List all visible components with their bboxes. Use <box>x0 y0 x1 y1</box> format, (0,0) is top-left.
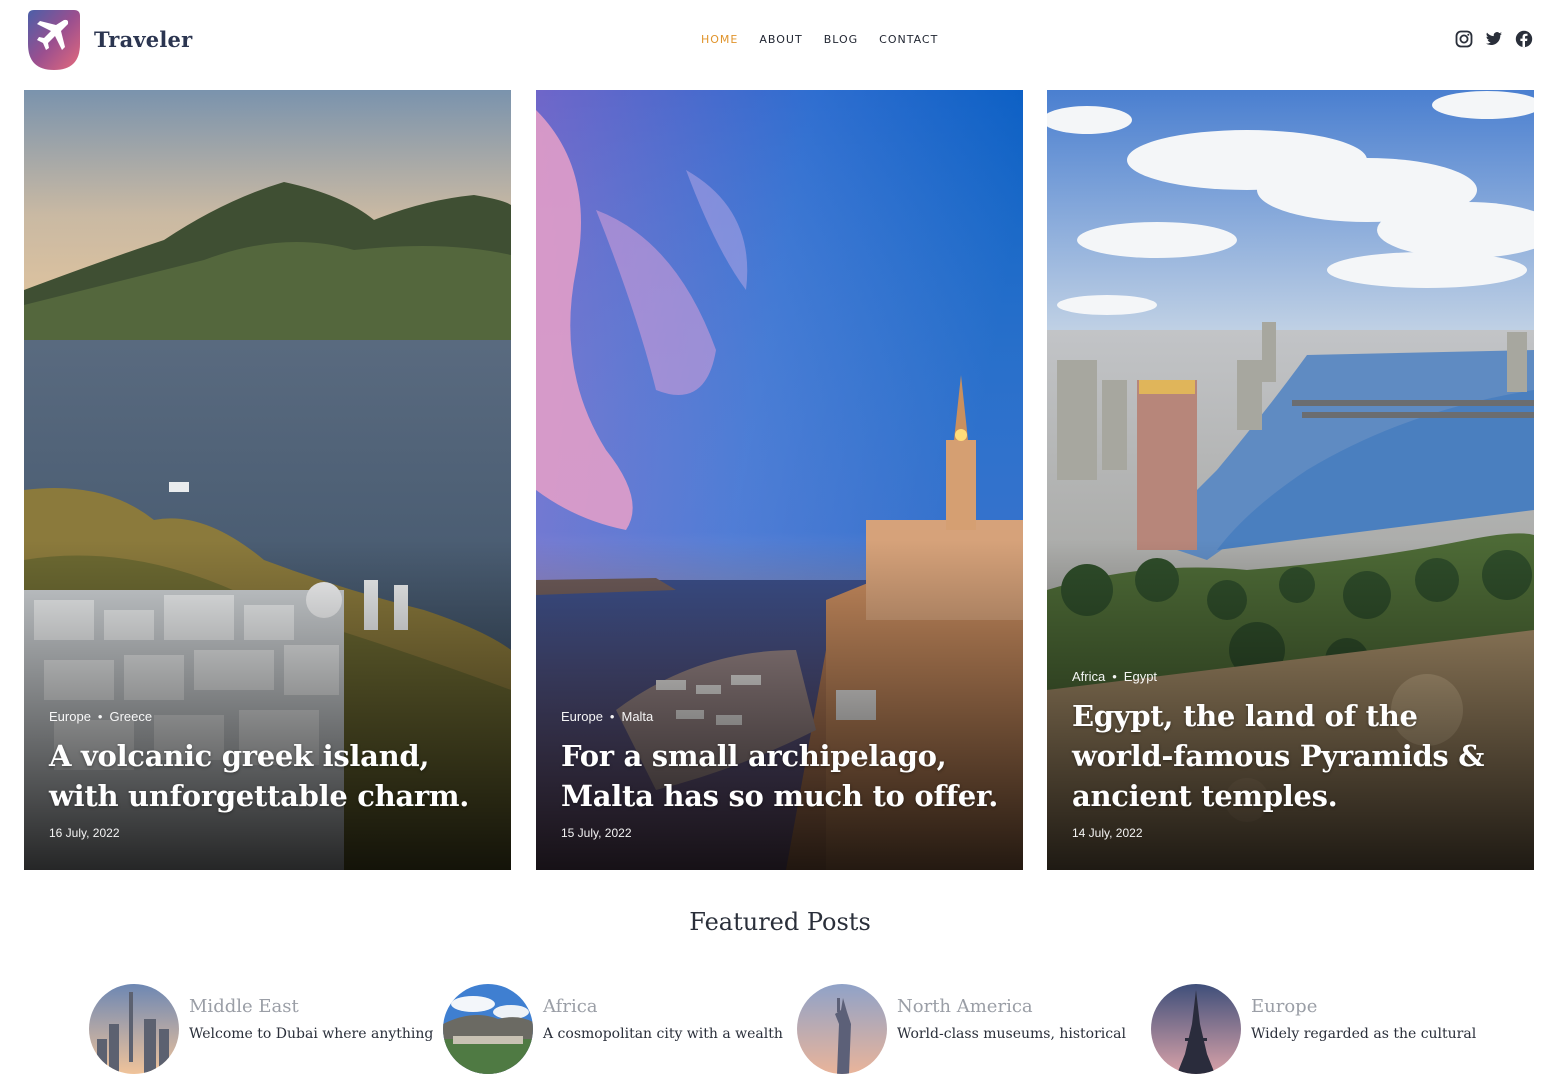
post-region-link[interactable]: Africa <box>1072 669 1105 684</box>
post-title[interactable]: For a small archipelago, Malta has so mu… <box>561 736 1001 816</box>
nav-contact[interactable]: CONTACT <box>879 33 938 49</box>
featured-posts-heading: Featured Posts <box>689 908 871 936</box>
airplane-icon[interactable] <box>28 10 80 70</box>
featured-thumbnail[interactable] <box>443 984 533 1074</box>
facebook-icon[interactable] <box>1515 30 1533 48</box>
featured-post[interactable]: Europe Widely regarded as the cultural <box>1151 984 1481 1074</box>
hero-card[interactable]: Europe • Malta For a small archipelago, Ma… <box>536 90 1023 870</box>
post-title[interactable]: A volcanic greek island, with unforgetta… <box>49 736 489 816</box>
site-header: Traveler HOME ABOUT BLOG CONTACT <box>0 0 1560 80</box>
post-categories: Africa • Egypt <box>1072 669 1158 684</box>
hero-card[interactable]: Europe • Greece A volcanic greek island, w… <box>24 90 511 870</box>
post-date: 16 July, 2022 <box>49 826 120 840</box>
featured-thumbnail[interactable] <box>797 984 887 1074</box>
post-region-link[interactable]: Europe <box>49 709 91 724</box>
post-country-link[interactable]: Greece <box>109 709 152 724</box>
featured-post[interactable]: North America World-class museums, histo… <box>797 984 1127 1074</box>
featured-post[interactable]: Africa A cosmopolitan city with a wealth <box>443 984 783 1074</box>
featured-thumbnail[interactable] <box>1151 984 1241 1074</box>
post-date: 15 July, 2022 <box>561 826 632 840</box>
featured-thumbnail[interactable] <box>89 984 179 1074</box>
instagram-icon[interactable] <box>1455 30 1473 48</box>
social-links <box>1455 30 1533 48</box>
site-logo-text[interactable]: Traveler <box>94 27 192 52</box>
post-title[interactable]: Egypt, the land of the world-famous Pyra… <box>1072 696 1512 816</box>
nav-about[interactable]: ABOUT <box>759 33 802 49</box>
post-region-link[interactable]: Europe <box>561 709 603 724</box>
featured-region[interactable]: Middle East <box>189 996 299 1017</box>
twitter-icon[interactable] <box>1485 30 1503 48</box>
post-country-link[interactable]: Egypt <box>1124 669 1157 684</box>
post-categories: Europe • Greece <box>49 709 153 724</box>
post-categories: Europe • Malta <box>561 709 654 724</box>
featured-post[interactable]: Middle East Welcome to Dubai where anyth… <box>89 984 433 1074</box>
featured-region[interactable]: North America <box>897 996 1033 1017</box>
post-country-link[interactable]: Malta <box>621 709 653 724</box>
featured-region[interactable]: Africa <box>543 996 598 1017</box>
hero-card[interactable]: Africa • Egypt Egypt, the land of the worl… <box>1047 90 1534 870</box>
post-date: 14 July, 2022 <box>1072 826 1143 840</box>
nav-blog[interactable]: BLOG <box>824 33 858 49</box>
nav-home[interactable]: HOME <box>701 33 738 49</box>
featured-region[interactable]: Europe <box>1251 996 1317 1017</box>
main-nav: HOME ABOUT BLOG CONTACT <box>701 33 959 49</box>
